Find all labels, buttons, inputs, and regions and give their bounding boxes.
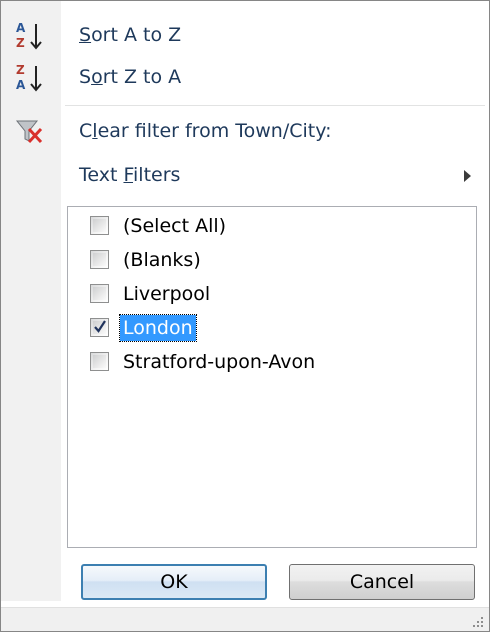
autofilter-dropdown-menu: A Z Sort A to Z Z A Sort Z to A Clear fi… [0,0,490,632]
text-filters-item[interactable]: Text Filters [1,153,489,197]
checkbox[interactable] [90,250,109,269]
sort-a-to-z-item[interactable]: A Z Sort A to Z [1,13,489,57]
checkmark-icon [94,320,106,333]
resize-grip-icon[interactable] [471,615,485,629]
filter-values-list[interactable]: (Select All) (Blanks) Liverpool London S… [67,206,477,548]
checkbox[interactable] [90,216,109,235]
ok-button[interactable]: OK [81,564,267,600]
sort-ascending-icon: A Z [13,19,47,53]
checkbox[interactable] [90,284,109,303]
sort-descending-icon: Z A [13,61,47,95]
checkbox[interactable] [90,352,109,371]
clear-filter-item[interactable]: Clear filter from Town/City: [1,109,489,153]
svg-text:Z: Z [16,63,25,77]
resize-bar [1,607,489,631]
clear-filter-icon [13,115,47,149]
svg-text:A: A [16,78,26,92]
sort-z-to-a-item[interactable]: Z A Sort Z to A [1,55,489,99]
submenu-arrow-icon [464,170,471,182]
checkbox-checked[interactable] [90,318,109,337]
svg-text:Z: Z [16,36,25,50]
menu-separator [65,105,485,106]
cancel-button[interactable]: Cancel [289,564,475,600]
svg-text:A: A [16,21,26,35]
